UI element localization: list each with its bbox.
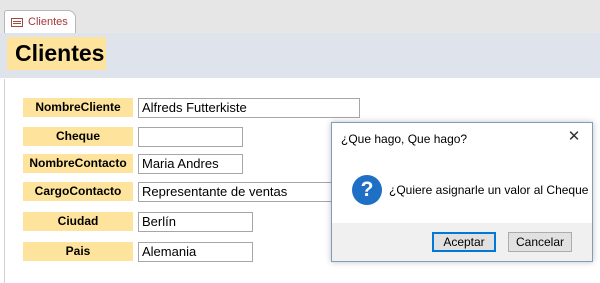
form-title: Clientes <box>7 37 106 70</box>
pais-field[interactable]: Alemania <box>138 242 253 262</box>
label-cargocontacto: CargoContacto <box>23 182 133 201</box>
nombrecliente-field[interactable]: Alfreds Futterkiste <box>138 98 360 118</box>
form-border <box>4 79 5 283</box>
dialog-button-bar: Aceptar Cancelar <box>332 223 592 261</box>
cancelar-button[interactable]: Cancelar <box>508 232 572 252</box>
question-icon: ? <box>352 175 382 205</box>
label-nombrecontacto: NombreContacto <box>23 154 133 173</box>
cargocontacto-field[interactable]: Representante de ventas <box>138 182 360 202</box>
close-icon[interactable]: ✕ <box>566 129 582 145</box>
tab-label: Clientes <box>28 16 68 28</box>
label-nombrecliente: NombreCliente <box>23 98 133 117</box>
form-icon <box>11 18 23 27</box>
ciudad-field[interactable]: Berlín <box>138 212 253 232</box>
label-cheque: Cheque <box>23 127 133 146</box>
confirm-dialog: ¿Que hago, Que hago? ✕ ? ¿Quiere asignar… <box>331 122 593 262</box>
label-pais: Pais <box>23 242 133 261</box>
nombrecontacto-field[interactable]: Maria Andres <box>138 154 243 174</box>
dialog-message: ¿Quiere asignarle un valor al Cheque <box>389 183 589 197</box>
dialog-title: ¿Que hago, Que hago? <box>341 132 468 146</box>
tab-clientes[interactable]: Clientes <box>4 10 76 33</box>
cheque-field[interactable] <box>138 127 243 147</box>
aceptar-button[interactable]: Aceptar <box>432 232 496 252</box>
label-ciudad: Ciudad <box>23 212 133 231</box>
document-tab-strip: Clientes <box>0 0 600 34</box>
